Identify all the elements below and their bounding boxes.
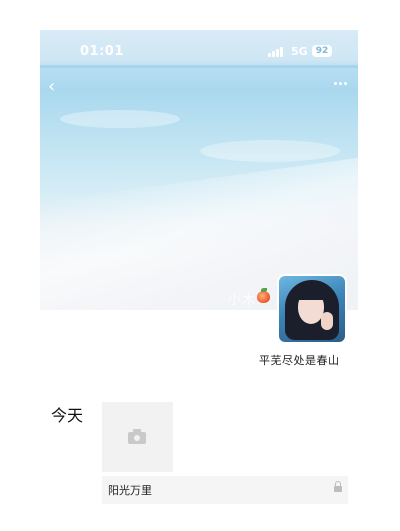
status-time: 01:01 [80,44,124,59]
avatar[interactable] [277,274,347,344]
profile-signature: 平芜尽处是春山 [259,354,340,367]
post-text: 阳光万里 [108,484,152,497]
post-photo-placeholder[interactable] [102,402,173,472]
back-icon[interactable]: ‹ [48,78,55,96]
network-type: 5G [291,45,308,58]
post-item[interactable]: 阳光万里 [102,476,348,504]
lock-icon [334,481,342,492]
status-bar: 01:01 5G 92 [40,30,358,74]
feed-day-label: 今天 [51,406,84,425]
water-shimmer [60,110,180,128]
moments-screen: 01:01 5G 92 ‹ 小木 平芜尽处是春山 今天 阳光万里 [40,30,358,531]
signal-icon [268,47,286,57]
camera-icon [128,429,146,444]
water-shimmer [200,140,340,162]
peach-icon [257,288,270,303]
battery-icon: 92 [312,45,332,57]
cover-image[interactable]: 01:01 5G 92 ‹ 小木 [40,30,358,310]
profile-nickname: 小木 [228,293,257,308]
more-icon[interactable] [334,82,350,86]
